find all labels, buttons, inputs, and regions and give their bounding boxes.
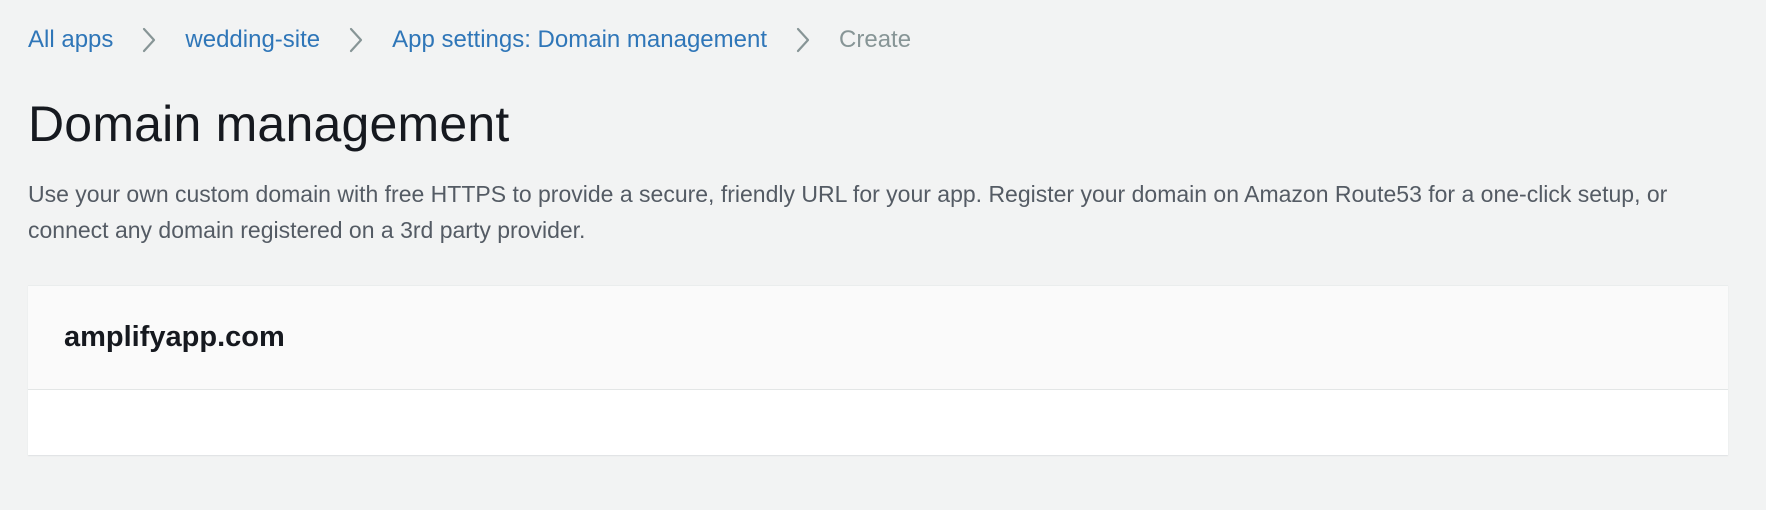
breadcrumb: All apps wedding-site App settings: Doma… (28, 22, 911, 58)
panel-header: amplifyapp.com (28, 285, 1728, 390)
chevron-right-icon (767, 22, 839, 58)
breadcrumb-domain-management[interactable]: App settings: Domain management (392, 22, 767, 58)
domain-panel: amplifyapp.com (28, 285, 1728, 455)
breadcrumb-all-apps[interactable]: All apps (28, 22, 113, 58)
page-content: All apps wedding-site App settings: Doma… (28, 0, 1728, 510)
breadcrumb-wedding-site[interactable]: wedding-site (185, 22, 320, 58)
breadcrumb-current-create: Create (839, 26, 912, 53)
panel-title: amplifyapp.com (64, 321, 285, 353)
page-description: Use your own custom domain with free HTT… (28, 181, 1668, 243)
panel-body (28, 390, 1728, 454)
chevron-right-icon (113, 22, 185, 58)
chevron-right-icon (320, 22, 392, 58)
page-title: Domain management (28, 96, 510, 152)
